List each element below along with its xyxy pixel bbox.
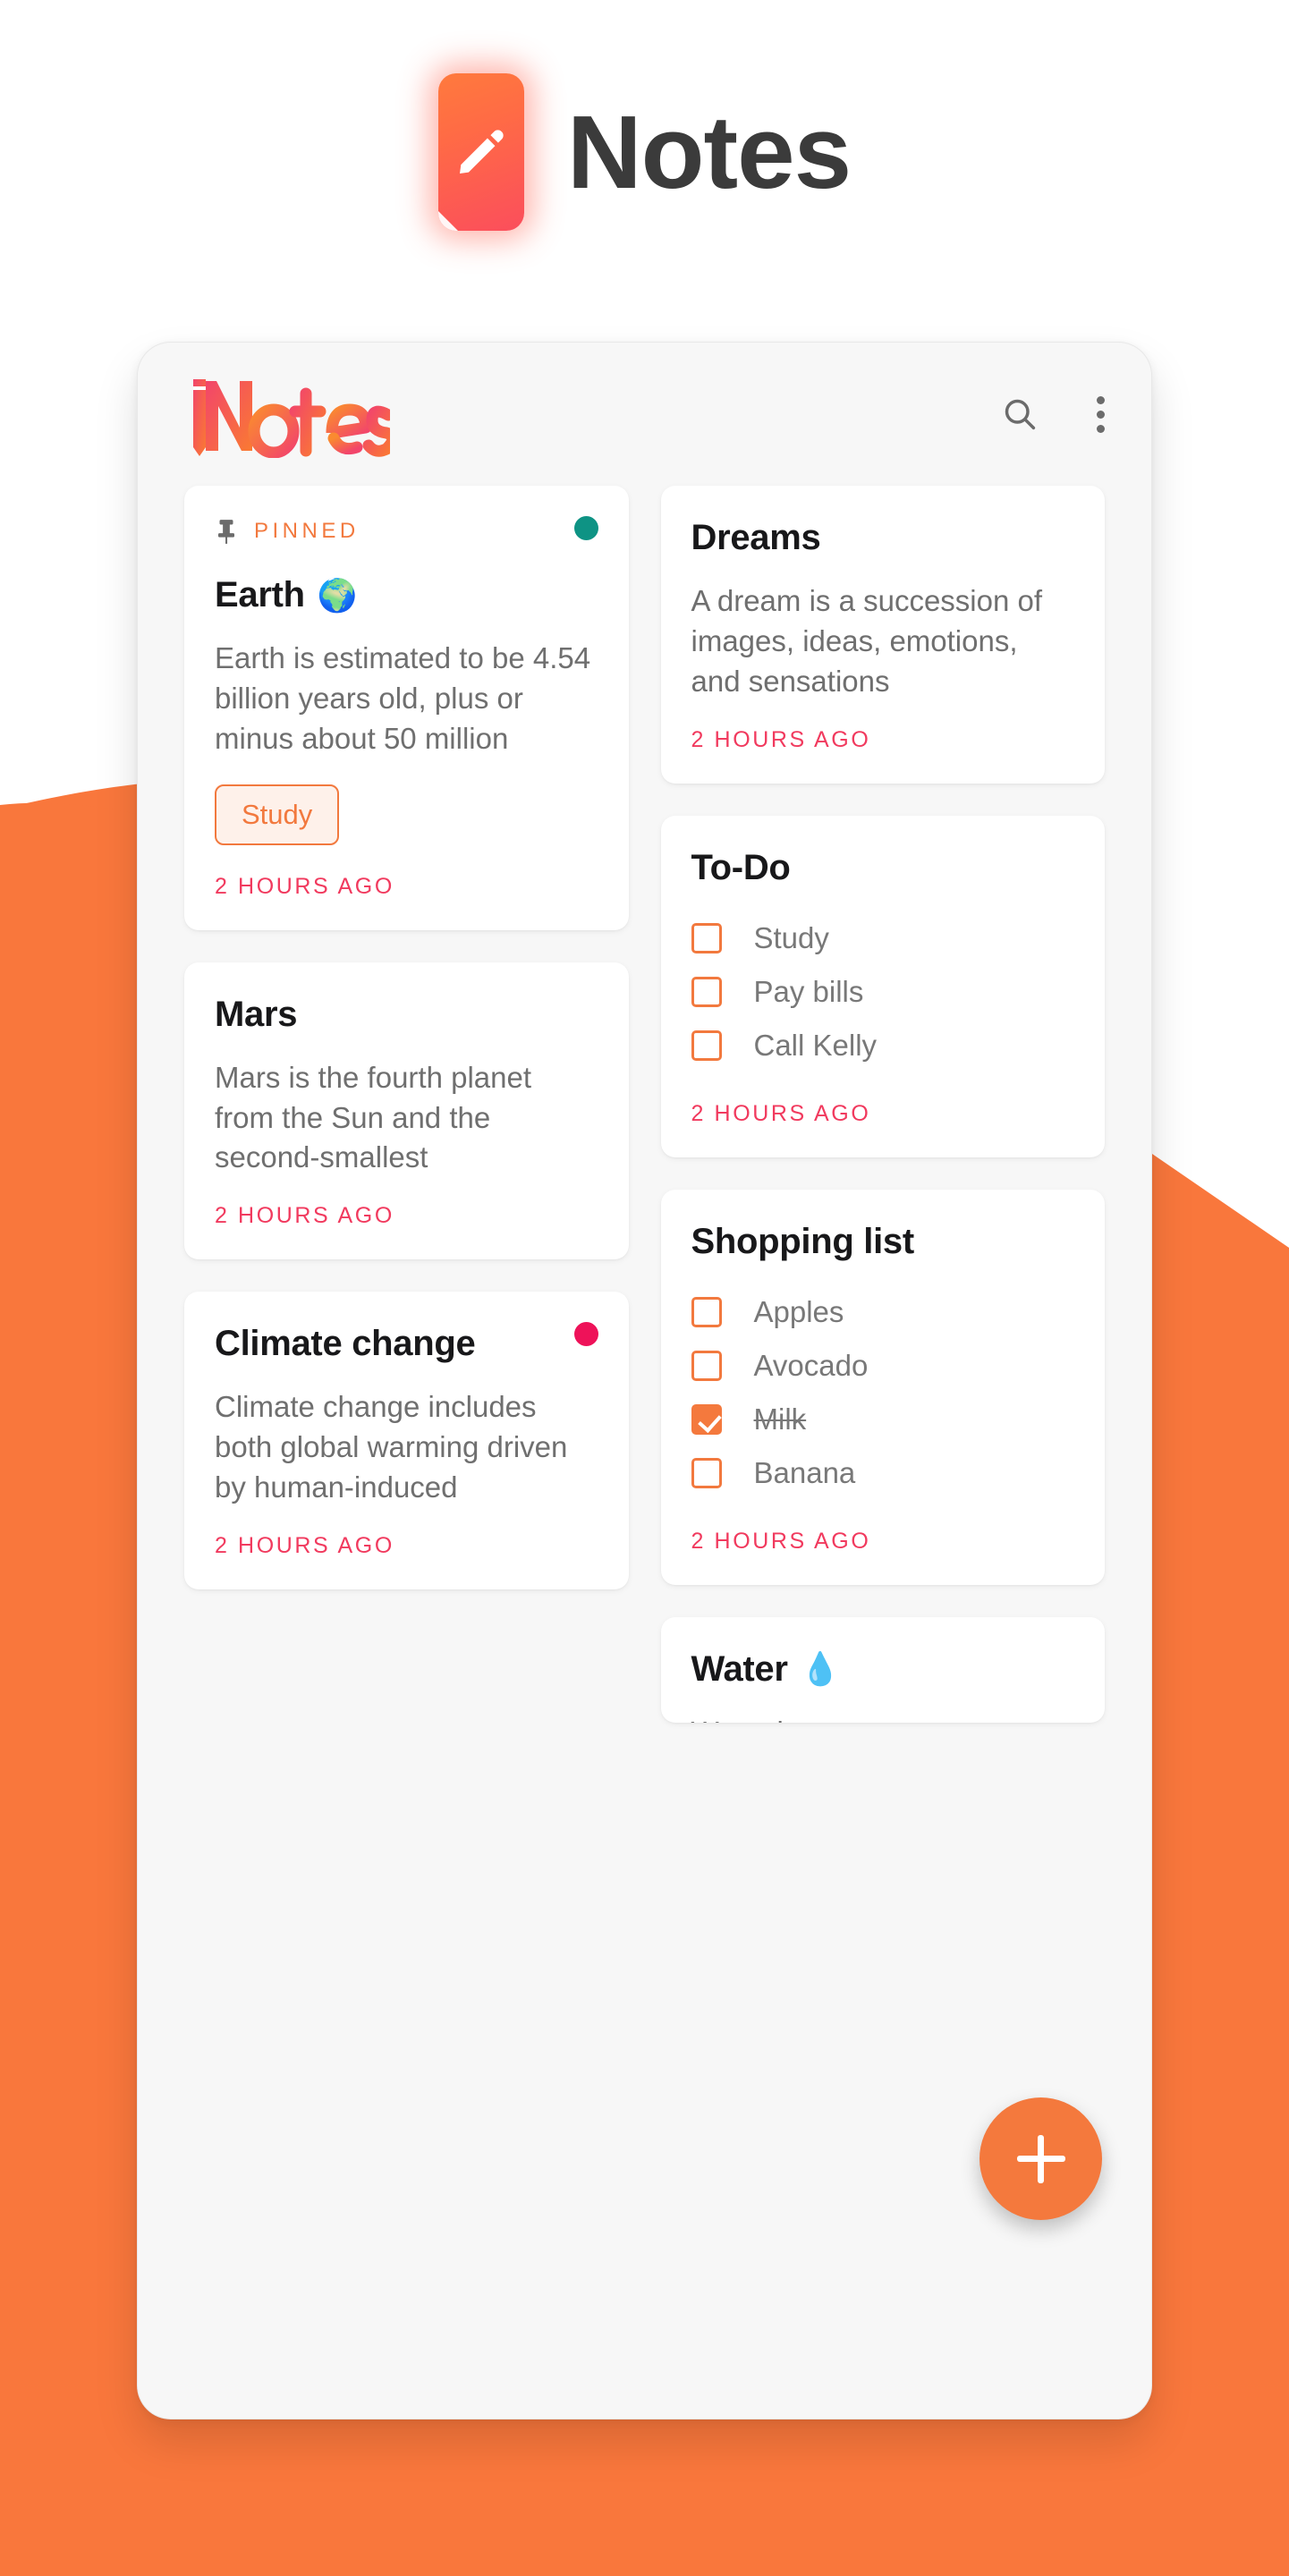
checklist: Study Pay bills Call Kelly <box>691 911 1075 1072</box>
checkbox[interactable] <box>691 1030 722 1061</box>
note-body: Water is an <box>691 1713 1075 1723</box>
more-vertical-icon <box>1097 395 1105 433</box>
list-item-label: Apples <box>753 1294 844 1328</box>
notes-wordmark <box>184 370 390 458</box>
notes-column-left: PINNED Earth 🌍 Earth is estimated to be … <box>184 486 629 1589</box>
note-body: Earth is estimated to be 4.54 billion ye… <box>215 641 591 755</box>
phone-frame: PINNED Earth 🌍 Earth is estimated to be … <box>137 342 1152 2419</box>
checkbox[interactable] <box>691 1296 722 1327</box>
pencil-icon <box>459 130 504 174</box>
checkbox[interactable] <box>691 1457 722 1488</box>
list-item[interactable]: Avocado <box>691 1339 1075 1393</box>
note-title-text: To-Do <box>691 847 791 887</box>
note-body: Mars is the fourth planet from the Sun a… <box>215 1060 532 1174</box>
checkbox[interactable] <box>691 1350 722 1381</box>
app-title: Notes <box>566 94 852 210</box>
app-header: Notes <box>0 0 1289 304</box>
note-timestamp: 2 HOURS AGO <box>691 1100 871 1126</box>
list-item-label: Banana <box>753 1455 856 1489</box>
search-button[interactable] <box>1000 394 1039 434</box>
notes-board: PINNED Earth 🌍 Earth is estimated to be … <box>138 486 1151 1723</box>
note-timestamp: 2 HOURS AGO <box>691 726 871 752</box>
checkbox[interactable] <box>691 922 722 953</box>
notes-logo-icon <box>193 379 390 458</box>
list-item-label: Call Kelly <box>753 1028 878 1062</box>
note-title: Mars <box>215 995 598 1035</box>
note-card-mars[interactable]: Mars Mars is the fourth planet from the … <box>184 962 629 1260</box>
note-title: Water 💧 <box>691 1649 1075 1690</box>
page-fold-icon <box>437 211 458 231</box>
status-dot <box>573 1322 598 1347</box>
note-title-text: Earth <box>215 575 305 614</box>
list-item[interactable]: Milk <box>691 1393 1075 1446</box>
list-item-label: Milk <box>753 1402 807 1436</box>
list-item[interactable]: Study <box>691 911 1075 965</box>
note-title: Climate change <box>215 1324 598 1364</box>
list-item[interactable]: Pay bills <box>691 965 1075 1019</box>
checkbox-checked[interactable] <box>691 1403 722 1435</box>
status-dot <box>573 516 598 540</box>
note-title-text: Shopping list <box>691 1221 915 1261</box>
pinned-row: PINNED <box>215 518 598 545</box>
note-timestamp: 2 HOURS AGO <box>691 1528 871 1554</box>
checklist: Apples Avocado Milk Banana <box>691 1285 1075 1500</box>
note-timestamp: 2 HOURS AGO <box>215 1532 394 1558</box>
search-icon <box>1005 399 1036 430</box>
note-card-water[interactable]: Water 💧 Water is an <box>660 1616 1105 1723</box>
note-card-climate-change[interactable]: Climate change Climate change includes b… <box>184 1292 629 1589</box>
note-timestamp: 2 HOURS AGO <box>215 873 394 899</box>
note-title-text: Water <box>691 1648 788 1689</box>
list-item[interactable]: Apples <box>691 1285 1075 1339</box>
list-item-label: Avocado <box>753 1348 869 1382</box>
overflow-menu-button[interactable] <box>1097 395 1105 433</box>
list-item[interactable]: Banana <box>691 1446 1075 1500</box>
note-card-todo[interactable]: To-Do Study Pay bills Call Kelly 2 HOURS… <box>660 815 1105 1157</box>
checkbox[interactable] <box>691 976 722 1007</box>
note-title: To-Do <box>691 848 1075 888</box>
note-title: Dreams <box>691 518 1075 558</box>
pinned-label: PINNED <box>254 519 360 543</box>
app-bar <box>138 343 1151 486</box>
note-timestamp: 2 HOURS AGO <box>215 1203 394 1229</box>
water-drop-emoji-icon: 💧 <box>800 1650 841 1688</box>
note-title: Earth 🌍 <box>215 575 598 615</box>
list-item[interactable]: Call Kelly <box>691 1019 1075 1072</box>
list-item-label: Pay bills <box>753 974 864 1008</box>
list-item-label: Study <box>753 920 829 954</box>
note-title: Shopping list <box>691 1222 1075 1262</box>
note-title-text: Climate change <box>215 1324 476 1364</box>
note-card-dreams[interactable]: Dreams A dream is a succession of images… <box>660 486 1105 784</box>
note-title-text: Dreams <box>691 518 821 557</box>
app-bar-actions <box>1000 394 1105 434</box>
globe-emoji-icon: 🌍 <box>317 576 358 614</box>
add-note-fab[interactable] <box>979 2097 1102 2220</box>
note-tag-study[interactable]: Study <box>215 784 340 845</box>
pin-icon <box>218 520 234 544</box>
note-body: A dream is a succession of images, ideas… <box>691 584 1043 698</box>
note-title-text: Mars <box>215 994 298 1034</box>
notes-column-right: Dreams A dream is a succession of images… <box>660 486 1105 1723</box>
note-card-earth[interactable]: PINNED Earth 🌍 Earth is estimated to be … <box>184 486 629 930</box>
note-body: Climate change includes both global warm… <box>215 1390 568 1504</box>
note-card-shopping-list[interactable]: Shopping list Apples Avocado Milk Banana… <box>660 1189 1105 1585</box>
app-icon <box>437 73 524 231</box>
